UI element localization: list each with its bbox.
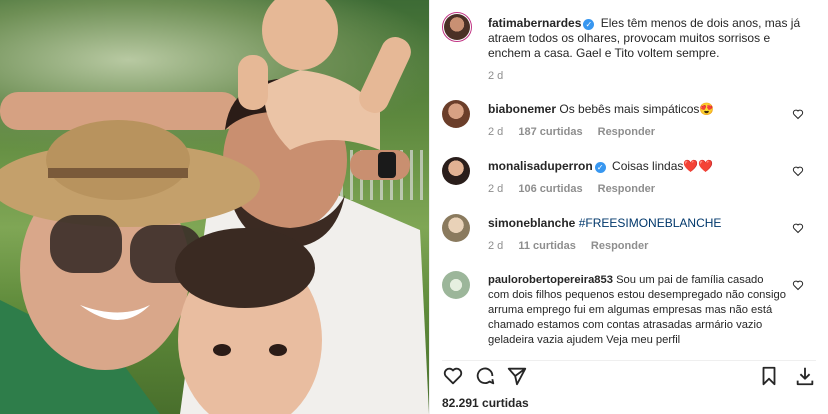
commenter-username[interactable]: monalisaduperron xyxy=(488,159,593,173)
commenter-avatar[interactable] xyxy=(442,157,470,185)
commenter-username[interactable]: simoneblanche xyxy=(488,216,575,230)
comment-text: Os bebês mais simpáticos😍 xyxy=(559,102,715,116)
post-comments-panel: fatimabernardes ✓ Eles têm menos de dois … xyxy=(429,0,828,414)
verified-badge-icon: ✓ xyxy=(594,162,606,173)
author-username[interactable]: fatimabernardes xyxy=(488,16,581,30)
post-likes-count[interactable]: 82.291 curtidas xyxy=(442,396,529,410)
reply-button[interactable]: Responder xyxy=(598,126,655,138)
comment-item: biabonemer Os bebês mais simpáticos😍 2 d… xyxy=(442,98,816,148)
comment-likes[interactable]: 187 curtidas xyxy=(518,126,582,138)
caption-time[interactable]: 2 d xyxy=(488,70,503,82)
share-send-icon[interactable] xyxy=(506,365,528,387)
like-comment-heart-icon[interactable] xyxy=(792,165,804,177)
reply-button[interactable]: Responder xyxy=(591,240,648,252)
post-photo xyxy=(0,0,429,414)
comment-text: Coisas lindas❤️❤️ xyxy=(612,159,714,173)
commenter-username[interactable]: biabonemer xyxy=(488,102,556,116)
commenter-avatar[interactable] xyxy=(442,214,470,242)
comment-item: simoneblanche #FREESIMONEBLANCHE 2 d 11 … xyxy=(442,212,816,262)
comment-time[interactable]: 2 d xyxy=(488,183,503,195)
commenter-avatar[interactable] xyxy=(442,271,470,299)
commenter-avatar[interactable] xyxy=(442,100,470,128)
like-comment-heart-icon[interactable] xyxy=(792,108,804,120)
bookmark-icon[interactable] xyxy=(758,365,780,387)
comment-meta: 2 d 11 curtidas Responder xyxy=(488,240,660,252)
comment-item: monalisaduperron ✓ Coisas lindas❤️❤️ 2 d … xyxy=(442,155,816,205)
post-caption: fatimabernardes ✓ Eles têm menos de dois … xyxy=(442,10,816,90)
comment-meta: 2 d 106 curtidas Responder xyxy=(488,183,667,195)
commenter-username[interactable]: paulorobertopereira853 xyxy=(488,274,613,286)
caption-meta: 2 d xyxy=(488,70,515,82)
photo-family-illustration xyxy=(0,0,429,414)
comment-likes[interactable]: 106 curtidas xyxy=(518,183,582,195)
reply-button[interactable]: Responder xyxy=(598,183,655,195)
comment-time[interactable]: 2 d xyxy=(488,240,503,252)
verified-badge-icon: ✓ xyxy=(583,19,595,30)
like-comment-heart-icon[interactable] xyxy=(792,279,804,291)
like-heart-icon[interactable] xyxy=(442,365,464,387)
comment-meta: 2 d 187 curtidas Responder xyxy=(488,126,667,138)
download-icon[interactable] xyxy=(794,365,816,387)
author-avatar[interactable] xyxy=(442,12,472,42)
like-comment-heart-icon[interactable] xyxy=(792,222,804,234)
comment-time[interactable]: 2 d xyxy=(488,126,503,138)
comment-likes[interactable]: 11 curtidas xyxy=(518,240,575,252)
comment-bubble-icon[interactable] xyxy=(474,365,496,387)
post-action-bar xyxy=(442,360,816,387)
comment-item: paulorobertopereira853 Sou um pai de fam… xyxy=(442,269,816,349)
comment-hashtag-link[interactable]: #FREESIMONEBLANCHE xyxy=(579,216,722,230)
